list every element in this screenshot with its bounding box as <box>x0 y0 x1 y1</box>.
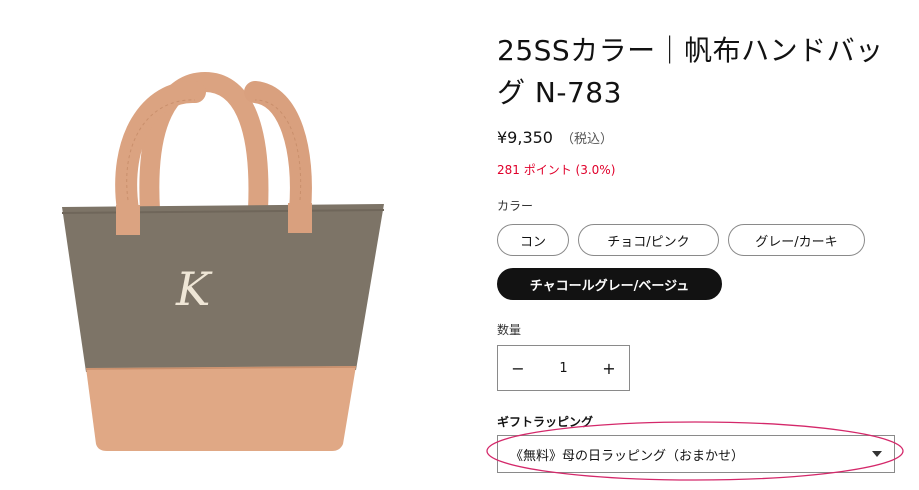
color-option-grey-khaki[interactable]: グレー/カーキ <box>728 224 865 256</box>
points-earned: 281 ポイント (3.0%) <box>497 163 616 177</box>
chevron-down-icon <box>872 451 882 457</box>
quantity-increase-button[interactable]: + <box>589 346 629 390</box>
quantity-decrease-button[interactable]: − <box>498 346 538 390</box>
quantity-stepper: − 1 + <box>497 345 630 391</box>
bag-body <box>62 204 384 372</box>
color-option-charcoal-beige[interactable]: チャコールグレー/ベージュ <box>497 268 722 300</box>
tax-note: （税込） <box>560 132 613 147</box>
price-row: ¥9,350 （税込） <box>497 128 613 147</box>
brand-logo: K <box>175 262 213 316</box>
color-label: カラー <box>497 199 534 213</box>
tote-bag-illustration: K <box>61 71 385 451</box>
color-option-kon[interactable]: コン <box>497 224 569 256</box>
gift-wrapping-select[interactable]: 《無料》母の日ラッピング（おまかせ） <box>497 435 895 473</box>
product-image: K <box>0 0 470 490</box>
product-title: 25SSカラー｜帆布ハンドバッグ N-783 <box>497 34 884 109</box>
product-price: ¥9,350 <box>497 128 553 147</box>
gift-wrapping-label: ギフトラッピング <box>497 415 594 429</box>
quantity-input[interactable]: 1 <box>538 346 589 390</box>
color-option-choco-pink[interactable]: チョコ/ピンク <box>578 224 719 256</box>
quantity-label: 数量 <box>497 323 522 337</box>
gift-wrapping-selected-value: 《無料》母の日ラッピング（おまかせ） <box>510 448 745 464</box>
bag-bottom <box>86 366 356 451</box>
